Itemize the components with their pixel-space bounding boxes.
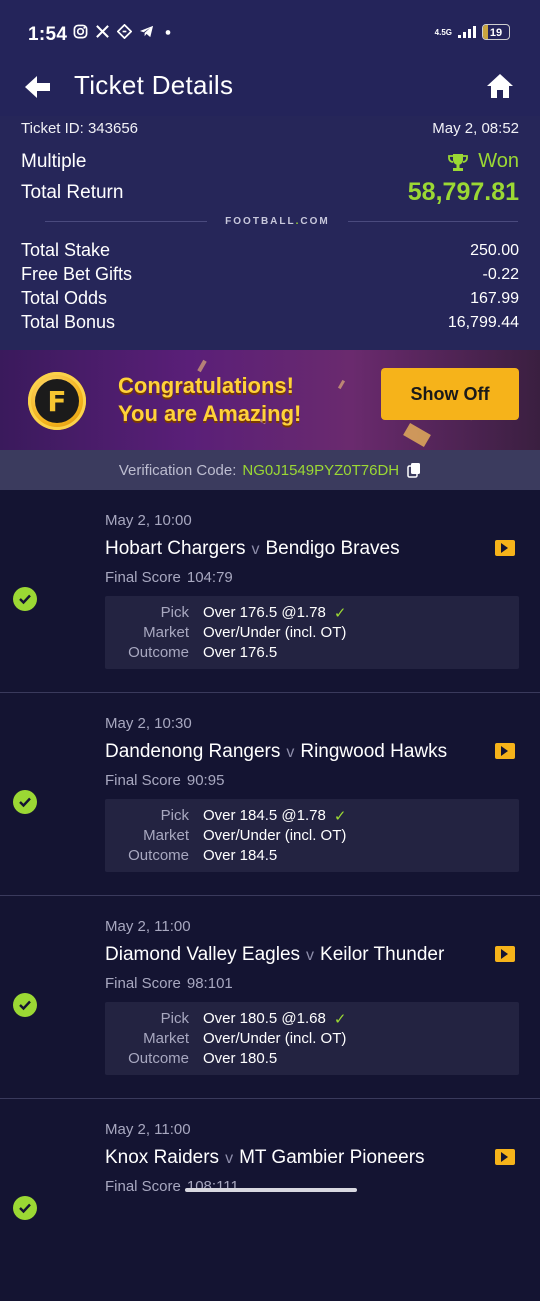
ticket-datetime: May 2, 08:52 [432, 120, 519, 137]
congrats-line-2: You are Amazing! [118, 401, 302, 426]
battery-icon: 19 [482, 24, 510, 40]
check-circle-icon [13, 790, 37, 814]
match-date: May 2, 11:00 [105, 918, 191, 935]
notification-icons [72, 23, 176, 43]
free-bet-row: Free Bet Gifts -0.22 [21, 264, 519, 285]
brand-divider: FOOTBALL.COM [45, 216, 518, 227]
pick-details: Pick Over 184.5 @1.78 ✓ Market Over/Under (… [105, 799, 519, 872]
total-odds-value: 167.99 [470, 289, 519, 307]
away-team: Ringwood Hawks [300, 741, 448, 762]
network-type: 4.5G [434, 27, 452, 37]
match-teams: Dandenong Rangers v Ringwood Hawks [105, 741, 448, 762]
home-team: Knox Raiders [105, 1147, 220, 1168]
ticket-type-row: Multiple Won [21, 150, 519, 173]
match-date: May 2, 11:00 [105, 1121, 191, 1138]
away-team: MT Gambier Pioneers [239, 1147, 425, 1168]
play-tag-icon[interactable] [495, 743, 515, 759]
total-bonus-value: 16,799.44 [447, 313, 519, 331]
home-team: Hobart Chargers [105, 538, 246, 559]
trophy-icon [448, 153, 469, 171]
total-bonus-label: Total Bonus [21, 312, 116, 332]
final-score: Final Score 90:95 [105, 772, 225, 789]
copy-icon[interactable] [407, 462, 421, 478]
show-off-button[interactable]: Show Off [381, 368, 519, 420]
play-tag-icon[interactable] [495, 1149, 515, 1165]
x-icon [94, 24, 110, 43]
match-teams: Hobart Chargers v Bendigo Braves [105, 538, 400, 559]
free-bet-label: Free Bet Gifts [21, 264, 133, 284]
outcome-value: Over 180.5 [203, 1050, 278, 1067]
tick-icon: ✓ [333, 1011, 347, 1028]
total-return-value: 58,797.81 [407, 178, 519, 206]
market-value: Over/Under (incl. OT) [203, 827, 347, 844]
verification-code[interactable]: NG0J1549PYZ0T76DH [242, 462, 399, 479]
match-card[interactable]: May 2, 11:00 Knox Raiders v MT Gambier Pio… [0, 1099, 540, 1301]
match-teams: Knox Raiders v MT Gambier Pioneers [105, 1147, 425, 1168]
telegram-icon [138, 24, 154, 43]
match-card[interactable]: May 2, 10:00 Hobart Chargers v Bendigo Bra… [0, 490, 540, 693]
market-value: Over/Under (incl. OT) [203, 624, 347, 641]
dot-icon [160, 24, 176, 43]
check-circle-icon [13, 993, 37, 1017]
page-title: Ticket Details [74, 70, 234, 100]
pick-value: Over 184.5 @1.78 [203, 807, 326, 824]
ticket-id-row: Ticket ID: 343656 May 2, 08:52 [21, 120, 519, 137]
app-bar: Ticket Details [0, 70, 540, 116]
market-value: Over/Under (incl. OT) [203, 1030, 347, 1047]
free-bet-value: -0.22 [482, 265, 519, 283]
status-bar: 1:54 4.5G 19 [0, 0, 540, 70]
final-score: Final Score 98:101 [105, 975, 233, 992]
brand-f-icon: F [28, 372, 86, 430]
verification-bar: Verification Code: NG0J1549PYZ0T76DH [0, 450, 540, 490]
outcome-value: Over 176.5 [203, 644, 278, 661]
verification-label: Verification Code: [118, 461, 237, 479]
final-score: Final Score 104:79 [105, 569, 233, 586]
pick-details: Pick Over 180.5 @1.68 ✓ Market Over/Under (… [105, 1002, 519, 1075]
ticket-id: Ticket ID: 343656 [21, 120, 139, 137]
ticket-type: Multiple [21, 150, 87, 172]
total-odds-label: Total Odds [21, 288, 108, 308]
pick-details: Pick Over 176.5 @1.78 ✓ Market Over/Under (… [105, 596, 519, 669]
away-team: Keilor Thunder [320, 944, 445, 965]
home-team: Diamond Valley Eagles [105, 944, 301, 965]
congrats-text: Congratulations! You are Amazing! [118, 372, 301, 428]
gesture-handle[interactable] [185, 1188, 357, 1192]
total-stake-row: Total Stake 250.00 [21, 240, 519, 261]
match-card[interactable]: May 2, 10:30 Dandenong Rangers v Ringwood … [0, 693, 540, 896]
status-badge: Won [448, 150, 519, 173]
pick-value: Over 176.5 @1.78 [203, 604, 326, 621]
home-icon[interactable] [486, 72, 516, 102]
battery-level: 19 [489, 27, 503, 39]
play-tag-icon[interactable] [495, 946, 515, 962]
pick-value: Over 180.5 @1.68 [203, 1010, 326, 1027]
total-stake-value: 250.00 [470, 241, 519, 259]
match-date: May 2, 10:30 [105, 715, 192, 732]
check-circle-icon [13, 587, 37, 611]
outcome-value: Over 184.5 [203, 847, 278, 864]
home-team: Dandenong Rangers [105, 741, 281, 762]
back-arrow-icon[interactable] [22, 72, 54, 104]
brand-logo: FOOTBALL.COM [225, 216, 330, 227]
total-return-row: Total Return 58,797.81 [21, 178, 519, 207]
congrats-line-1: Congratulations! [118, 373, 294, 398]
status-text: Won [478, 150, 519, 172]
play-tag-icon[interactable] [495, 540, 515, 556]
app-icon [116, 23, 132, 43]
final-score: Final Score 108:111 [105, 1178, 239, 1195]
away-team: Bendigo Braves [265, 538, 400, 559]
match-date: May 2, 10:00 [105, 512, 192, 529]
total-return-label: Total Return [21, 181, 124, 203]
total-odds-row: Total Odds 167.99 [21, 288, 519, 309]
instagram-icon [72, 24, 88, 43]
status-time: 1:54 [28, 24, 68, 45]
tick-icon: ✓ [333, 605, 347, 622]
match-card[interactable]: May 2, 11:00 Diamond Valley Eagles v Keilo… [0, 896, 540, 1099]
total-bonus-row: Total Bonus 16,799.44 [21, 312, 519, 333]
tick-icon: ✓ [333, 808, 347, 825]
match-teams: Diamond Valley Eagles v Keilor Thunder [105, 944, 445, 965]
ticket-summary: Ticket ID: 343656 May 2, 08:52 Multiple … [0, 116, 540, 350]
total-stake-label: Total Stake [21, 240, 111, 260]
signal-icon [458, 26, 476, 38]
system-indicators: 4.5G 19 [435, 24, 510, 40]
